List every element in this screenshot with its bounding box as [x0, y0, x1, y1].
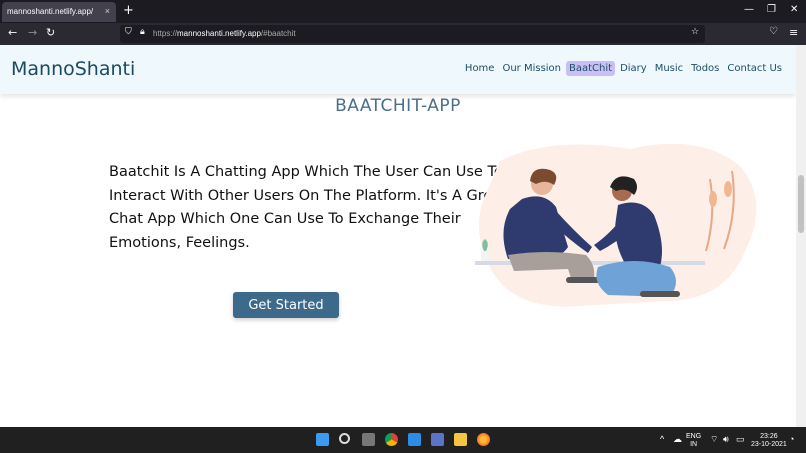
browser-tabbar: mannoshanti.netlify.app/ × + — ❐ ✕: [0, 0, 806, 23]
nav-music[interactable]: Music: [652, 61, 686, 76]
new-tab-button[interactable]: +: [123, 3, 134, 18]
firefox-icon[interactable]: [477, 433, 490, 446]
task-view-icon[interactable]: [362, 433, 375, 446]
lock-icon[interactable]: 🔒︎: [140, 27, 145, 37]
site-navbar: MannoShanti Home Our Mission BaatChit Di…: [0, 45, 796, 94]
search-icon[interactable]: [339, 433, 350, 444]
start-icon[interactable]: [316, 433, 329, 446]
file-explorer-icon[interactable]: [454, 433, 467, 446]
back-icon[interactable]: ←: [8, 26, 17, 39]
close-window-icon[interactable]: ✕: [790, 4, 798, 15]
wifi-icon[interactable]: ⌔: [710, 435, 718, 444]
nav-our-mission[interactable]: Our Mission: [499, 61, 564, 76]
app-icon[interactable]: [431, 433, 444, 446]
pocket-icon[interactable]: ♡: [769, 26, 778, 37]
chrome-icon[interactable]: [385, 433, 398, 446]
browser-tab[interactable]: mannoshanti.netlify.app/ ×: [2, 2, 116, 22]
tab-title: mannoshanti.netlify.app/: [7, 7, 94, 16]
page-scrollbar[interactable]: [796, 45, 806, 427]
browser-toolbar: ← → ↻ ⛉ 🔒︎ https://mannoshanti.netlify.a…: [0, 23, 806, 45]
battery-icon[interactable]: ▭: [736, 435, 745, 444]
notification-icon[interactable]: ◔: [789, 435, 794, 444]
shield-icon[interactable]: ⛉: [125, 27, 132, 37]
nav-contact-us[interactable]: Contact Us: [724, 61, 785, 76]
scroll-thumb[interactable]: [798, 175, 804, 233]
menu-icon[interactable]: ≡: [789, 26, 798, 39]
nav-links: Home Our Mission BaatChit Diary Music To…: [460, 61, 785, 76]
vscode-icon[interactable]: [408, 433, 421, 446]
section-title: BAATCHIT-APP: [335, 96, 461, 116]
chat-illustration: [475, 143, 757, 307]
bookmark-star-icon[interactable]: ☆: [691, 27, 699, 37]
reload-icon[interactable]: ↻: [46, 26, 55, 39]
nav-baatchit[interactable]: BaatChit: [566, 61, 616, 76]
app-description: Baatchit Is A Chatting App Which The Use…: [109, 164, 511, 251]
language-indicator[interactable]: ENG IN: [686, 433, 701, 449]
weather-cloud-icon[interactable]: ☁: [673, 435, 682, 444]
site-brand[interactable]: MannoShanti: [11, 58, 135, 80]
get-started-button[interactable]: Get Started: [233, 292, 339, 318]
nav-todos[interactable]: Todos: [688, 61, 722, 76]
nav-home[interactable]: Home: [462, 61, 498, 76]
os-taskbar: ^ ☁ ENG IN ⌔ 🔊︎ ▭ 23:26 23-10-2021 ◔: [0, 427, 806, 453]
url-text[interactable]: https://mannoshanti.netlify.app/#baatchi…: [153, 29, 296, 38]
url-bar[interactable]: ⛉ 🔒︎ https://mannoshanti.netlify.app/#ba…: [120, 25, 705, 43]
minimize-icon[interactable]: —: [744, 4, 754, 15]
volume-icon[interactable]: 🔊︎: [723, 435, 729, 444]
restore-icon[interactable]: ❐: [767, 4, 776, 15]
web-page: MannoShanti Home Our Mission BaatChit Di…: [0, 45, 796, 427]
nav-diary[interactable]: Diary: [617, 61, 650, 76]
clock[interactable]: 23:26 23-10-2021: [751, 433, 787, 449]
forward-icon[interactable]: →: [28, 26, 37, 39]
tray-chevron-icon[interactable]: ^: [660, 435, 664, 444]
close-tab-icon[interactable]: ×: [105, 6, 110, 16]
